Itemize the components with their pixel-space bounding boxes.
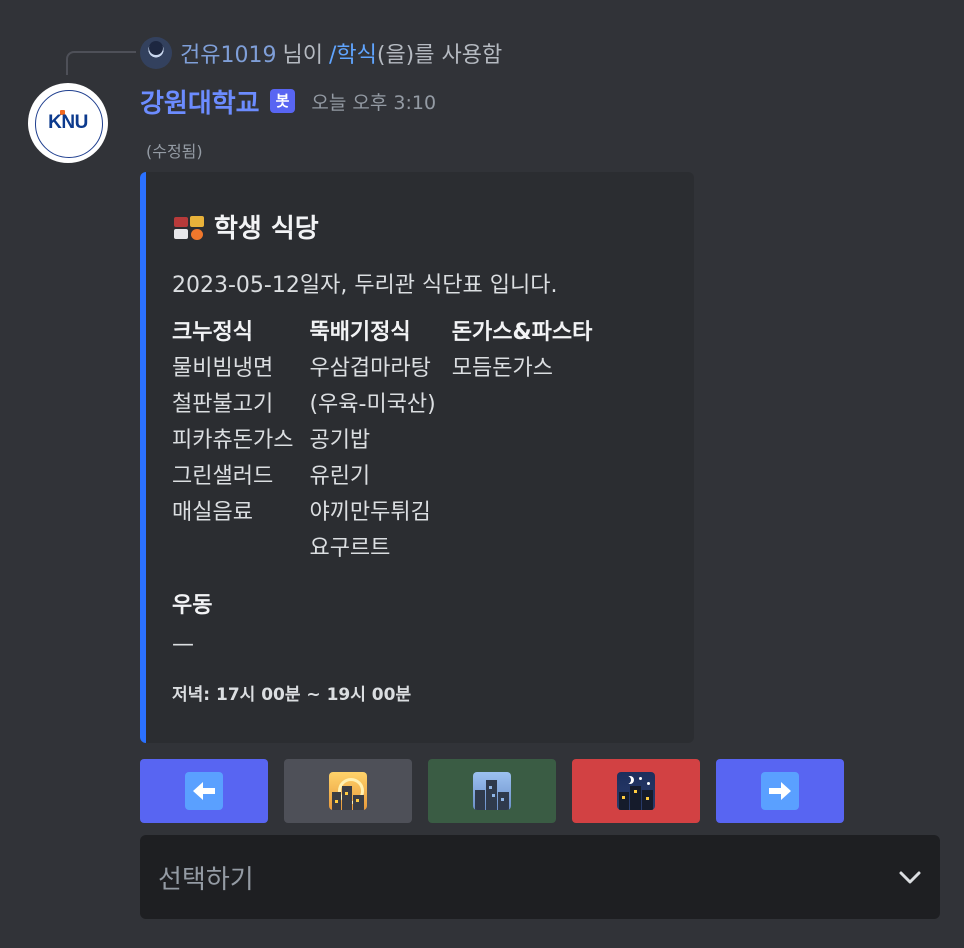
lunch-button[interactable] — [428, 759, 556, 823]
night-city-icon — [617, 772, 655, 810]
embed-description: 2023-05-12일자, 두리관 식단표 입니다. — [172, 273, 558, 298]
bot-avatar[interactable]: KNU — [28, 83, 108, 163]
menu-item: (우육-미국산) — [309, 392, 436, 417]
select-placeholder: 선택하기 — [158, 864, 254, 895]
dinner-button[interactable] — [572, 759, 700, 823]
bento-box-icon — [172, 212, 206, 242]
reply-suffix-text: (을)를 사용함 — [376, 43, 503, 68]
menu-item: 철판불고기 — [172, 392, 274, 417]
bot-badge: 봇 — [269, 89, 296, 113]
embed-accent-bar — [140, 172, 146, 743]
menu-item: 모듬돈가스 — [451, 356, 553, 381]
reply-command[interactable]: /학식 — [329, 37, 377, 69]
menu-column: 크누정식 물비빔냉면 철판불고기 피카츄돈가스 그린샐러드 매실음료 — [172, 315, 293, 567]
sunrise-over-city-icon — [329, 772, 367, 810]
menu-item: 우삼겹마라탕 — [309, 356, 431, 381]
menu-item: 매실음료 — [172, 500, 253, 525]
dinner-time-text: 저녁: 17시 00분 ~ 19시 00분 — [172, 685, 412, 705]
chevron-down-icon — [898, 870, 921, 884]
next-button[interactable] — [716, 759, 844, 823]
avatar-logo-text: KNU — [48, 112, 88, 133]
breakfast-button[interactable] — [284, 759, 412, 823]
menu-item: 유린기 — [309, 464, 371, 489]
button-row — [140, 759, 844, 823]
menu-item: 공기밥 — [309, 428, 371, 453]
prev-button[interactable] — [140, 759, 268, 823]
cityscape-at-dusk-icon — [473, 772, 511, 810]
author-name[interactable]: 강원대학교 — [140, 83, 260, 120]
udong-value: — — [172, 632, 194, 657]
menu-column: 돈가스&파스타 모듬돈가스 — [452, 315, 593, 567]
menu-grid: 크누정식 물비빔냉면 철판불고기 피카츄돈가스 그린샐러드 매실음료 뚝배기정식… — [172, 315, 592, 567]
reply-context[interactable]: 건유1019 님이 /학식 (을)를 사용함 — [140, 36, 502, 70]
menu-heading: 크누정식 — [172, 320, 253, 345]
menu-item: 야끼만두튀김 — [309, 500, 431, 525]
menu-item: 그린샐러드 — [172, 464, 274, 489]
embed-title: 학생 식당 — [172, 208, 319, 245]
menu-heading: 돈가스&파스타 — [451, 320, 593, 345]
embed-title-text: 학생 식당 — [214, 214, 319, 244]
select-menu[interactable]: 선택하기 — [140, 835, 940, 919]
message-timestamp[interactable]: 오늘 오후 3:10 — [311, 88, 436, 115]
menu-item: 요구르트 — [309, 536, 391, 561]
reply-middle-text: 님이 — [282, 43, 323, 68]
udong-heading: 우동 — [172, 593, 213, 618]
left-arrow-icon — [185, 772, 223, 810]
menu-heading: 뚝배기정식 — [309, 320, 411, 345]
menu-column: 뚝배기정식 우삼겹마라탕 (우육-미국산) 공기밥 유린기 야끼만두튀김 요구르… — [309, 315, 435, 567]
edited-label: (수정됨) — [146, 142, 203, 161]
menu-item: 피카츄돈가스 — [172, 428, 294, 453]
reply-user-avatar[interactable] — [140, 37, 172, 69]
reply-username[interactable]: 건유1019 — [180, 37, 276, 69]
reply-spine — [66, 51, 136, 75]
right-arrow-icon — [761, 772, 799, 810]
message-header: 강원대학교 봇 오늘 오후 3:10 — [140, 83, 436, 120]
menu-item: 물비빔냉면 — [172, 356, 274, 381]
menu-embed: 학생 식당 2023-05-12일자, 두리관 식단표 입니다. 크누정식 물비… — [140, 172, 694, 743]
